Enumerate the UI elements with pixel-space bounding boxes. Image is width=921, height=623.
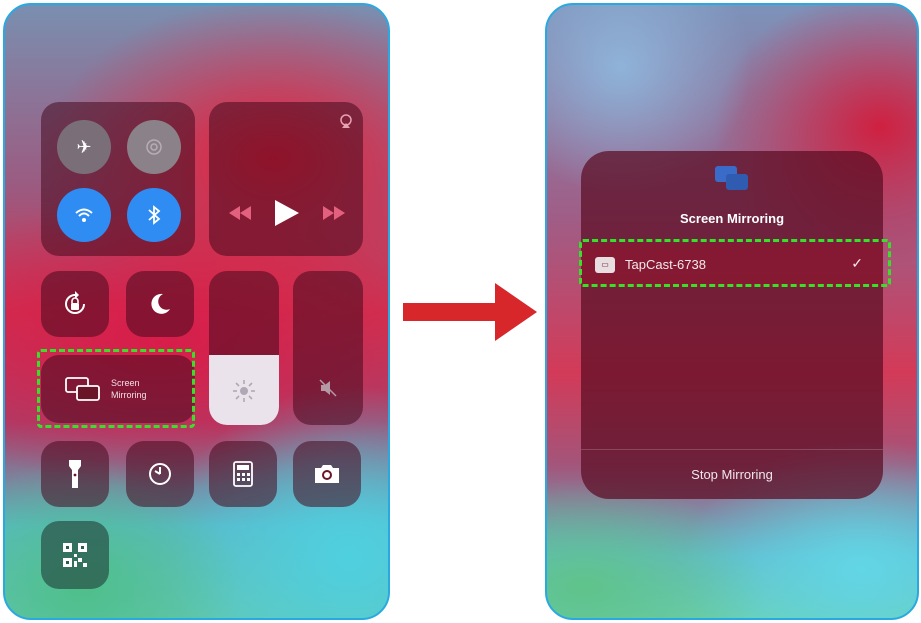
screen-mirroring-highlight <box>37 349 195 428</box>
screen-mirroring-icon <box>715 166 748 190</box>
airplane-icon: ✈ <box>76 137 92 157</box>
do-not-disturb-button[interactable] <box>126 271 194 337</box>
bluetooth-toggle[interactable] <box>127 188 181 242</box>
rotation-lock-button[interactable] <box>41 271 109 337</box>
timer-button[interactable] <box>126 441 194 507</box>
rotation-lock-icon <box>65 291 85 314</box>
connectivity-tile: ✈ <box>41 102 195 256</box>
camera-icon <box>315 465 339 483</box>
speaker-muted-icon <box>319 379 337 397</box>
cellular-antenna-icon <box>146 139 162 155</box>
volume-slider[interactable] <box>293 271 363 425</box>
airplane-mode-toggle[interactable]: ✈ <box>57 120 111 174</box>
screen-mirroring-screen: Screen Mirroring ▭ TapCast-6738 ✓ Stop M… <box>545 3 919 620</box>
qr-code-scanner-button[interactable] <box>41 521 109 589</box>
transition-arrow <box>403 283 537 341</box>
flashlight-button[interactable] <box>41 441 109 507</box>
play-icon[interactable] <box>275 200 299 226</box>
camera-button[interactable] <box>293 441 361 507</box>
airplay-icon[interactable] <box>339 114 353 128</box>
wifi-icon <box>75 208 93 222</box>
timer-icon <box>149 463 171 485</box>
cellular-data-toggle[interactable] <box>127 120 181 174</box>
device-row-highlight <box>579 239 891 287</box>
sun-icon <box>233 380 255 402</box>
rewind-icon[interactable] <box>229 206 251 220</box>
calculator-icon <box>233 461 253 487</box>
media-controls-tile <box>209 102 363 256</box>
brightness-slider[interactable] <box>209 271 279 425</box>
wifi-toggle[interactable] <box>57 188 111 242</box>
qr-code-icon <box>63 543 87 567</box>
fast-forward-icon[interactable] <box>323 206 345 220</box>
bluetooth-icon <box>148 205 161 225</box>
screen-mirroring-panel: Screen Mirroring ▭ TapCast-6738 ✓ Stop M… <box>581 151 883 499</box>
moon-icon <box>151 293 170 314</box>
control-center-screen: ✈ Screen Mirroring <box>3 3 390 620</box>
calculator-button[interactable] <box>209 441 277 507</box>
panel-title: Screen Mirroring <box>679 211 785 226</box>
stop-mirroring-button[interactable]: Stop Mirroring <box>581 449 883 499</box>
flashlight-icon <box>69 460 81 488</box>
